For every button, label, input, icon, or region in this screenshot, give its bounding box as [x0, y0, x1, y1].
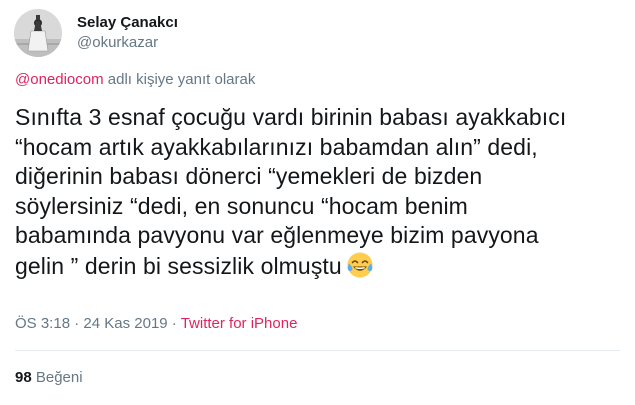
tweet-text-line: diğerinin babası dönerci “yemekleri de b… — [15, 163, 483, 190]
author-handle[interactable]: @okurkazar — [77, 33, 178, 53]
reply-context: @onediocom adlı kişiye yanıt olarak — [15, 70, 255, 90]
tweet-meta: ÖS 3:18 · 24 Kas 2019 · Twitter for iPho… — [15, 314, 297, 334]
author-display-name[interactable]: Selay Çanakcı — [77, 13, 178, 33]
meta-separator: · — [167, 315, 181, 332]
tweet-time[interactable]: ÖS 3:18 — [15, 315, 70, 332]
face-with-tears-of-joy-icon — [346, 251, 374, 279]
tweet-card: Selay Çanakcı @okurkazar @onediocom adlı… — [0, 0, 635, 405]
likes-label: Beğeni — [31, 369, 83, 386]
tweet-date[interactable]: 24 Kas 2019 — [83, 315, 167, 332]
tweet-text-line: “hocam artık ayakkabılarınızı babamdan a… — [15, 133, 538, 160]
tweet-text-line: babamında pavyonu var eğlenmeye bizim pa… — [15, 222, 539, 249]
meta-separator: · — [70, 315, 84, 332]
avatar[interactable] — [14, 9, 62, 57]
tweet-text: Sınıfta 3 esnaf çocuğu vardı birinin bab… — [15, 103, 625, 282]
likes-count: 98 — [15, 369, 32, 386]
reply-mention-link[interactable]: @onediocom — [15, 71, 104, 88]
profile-photo-icon — [14, 9, 62, 57]
tweet-text-last-line: gelin ” derin bi sessizlik olmuştu — [15, 251, 625, 282]
tweet-text-line: Sınıfta 3 esnaf çocuğu vardı birinin bab… — [15, 104, 567, 130]
tweet-source-link[interactable]: Twitter for iPhone — [181, 315, 298, 332]
tweet-text-line: gelin ” derin bi sessizlik olmuştu — [15, 252, 342, 279]
reply-context-text: adlı kişiye yanıt olarak — [103, 71, 256, 88]
tweet-text-line: söylersiniz “dedi, en sonuncu “hocam ben… — [15, 192, 468, 219]
author-names: Selay Çanakcı @okurkazar — [77, 13, 178, 53]
tweet-header: Selay Çanakcı @okurkazar — [14, 8, 178, 58]
likes-stat[interactable]: 98 Beğeni — [15, 368, 83, 388]
divider — [15, 350, 620, 351]
